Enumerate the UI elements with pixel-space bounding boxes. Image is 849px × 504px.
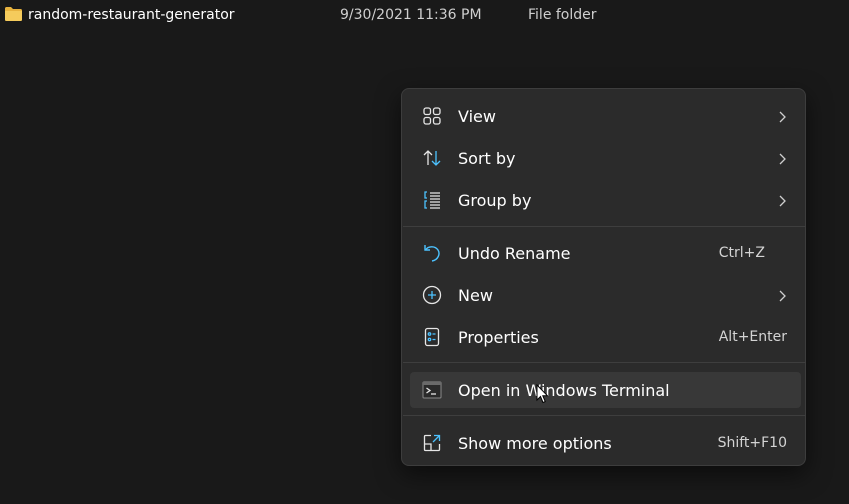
explorer-content-area[interactable]: random-restaurant-generator 9/30/2021 11… [0, 0, 849, 504]
menu-separator [403, 362, 806, 363]
more-options-icon [422, 433, 442, 453]
mouse-cursor-icon [536, 383, 549, 404]
terminal-icon [422, 380, 442, 400]
menu-item-new[interactable]: New [410, 277, 801, 313]
view-icon [422, 106, 442, 126]
menu-separator [403, 415, 806, 416]
file-type: File folder [528, 7, 597, 23]
menu-item-open-in-terminal[interactable]: Open in Windows Terminal [410, 372, 801, 408]
menu-item-show-more-options[interactable]: Show more options Shift+F10 [410, 425, 801, 461]
keyboard-shortcut: Alt+Enter [718, 329, 787, 345]
file-name[interactable]: random-restaurant-generator [28, 7, 235, 23]
menu-item-label: Properties [458, 328, 539, 347]
sort-icon [422, 148, 442, 168]
group-icon [422, 190, 442, 210]
file-list-row[interactable]: random-restaurant-generator 9/30/2021 11… [0, 0, 849, 32]
menu-item-undo-rename[interactable]: Undo Rename Ctrl+Z [410, 235, 801, 271]
menu-item-label: Open in Windows Terminal [458, 381, 670, 400]
properties-icon [422, 327, 442, 347]
menu-item-label: View [458, 107, 496, 126]
menu-item-label: Undo Rename [458, 244, 571, 263]
chevron-right-icon [777, 151, 787, 165]
menu-item-properties[interactable]: Properties Alt+Enter [410, 319, 801, 355]
keyboard-shortcut: Shift+F10 [717, 435, 787, 451]
menu-item-group-by[interactable]: Group by [410, 182, 801, 218]
menu-item-label: Sort by [458, 149, 516, 168]
keyboard-shortcut: Ctrl+Z [718, 245, 765, 261]
undo-icon [422, 243, 442, 263]
menu-item-label: New [458, 286, 493, 305]
chevron-right-icon [777, 288, 787, 302]
new-icon [422, 285, 442, 305]
menu-separator [403, 226, 806, 227]
menu-item-label: Group by [458, 191, 532, 210]
file-date-modified: 9/30/2021 11:36 PM [340, 7, 482, 23]
menu-item-view[interactable]: View [410, 98, 801, 134]
menu-item-label: Show more options [458, 434, 612, 453]
menu-item-sort-by[interactable]: Sort by [410, 140, 801, 176]
chevron-right-icon [777, 193, 787, 207]
chevron-right-icon [777, 109, 787, 123]
folder-icon [4, 6, 23, 22]
context-menu: View Sort by Group by Undo Rename Ctrl+Z… [401, 88, 806, 466]
